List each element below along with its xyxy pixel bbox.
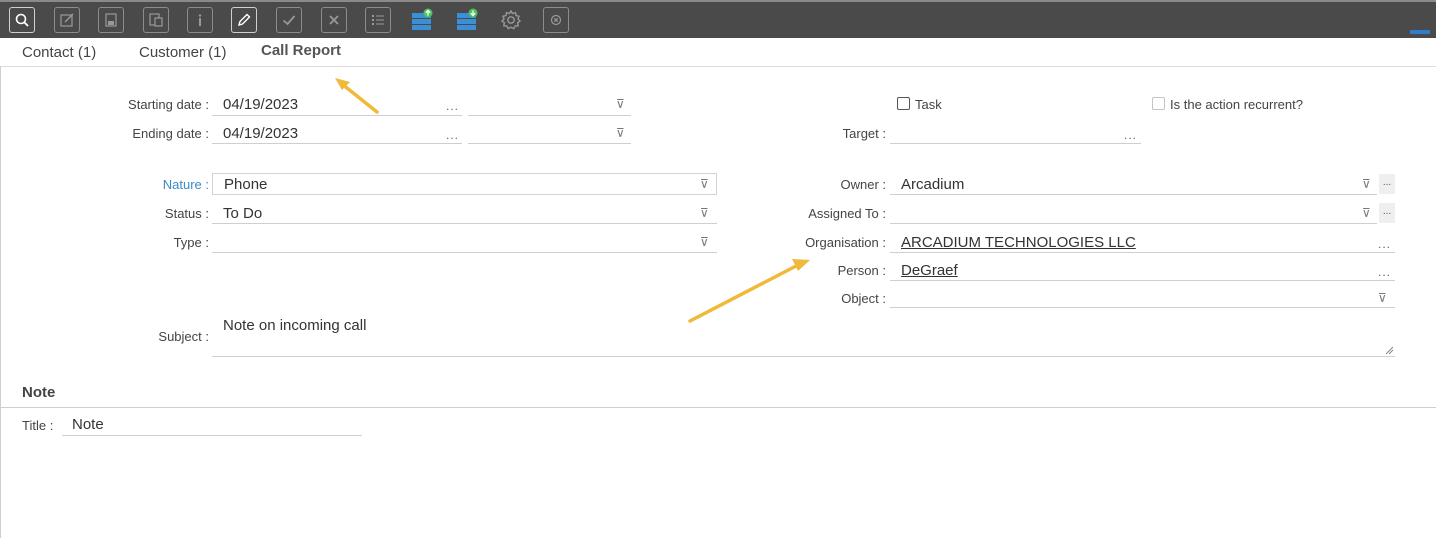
starting-date-underline [212, 115, 462, 116]
nature-select[interactable] [212, 173, 717, 195]
owner-select[interactable]: Arcadium [901, 176, 964, 193]
owner-dropdown-icon[interactable]: ⊽ [1362, 178, 1371, 190]
note-section-divider [0, 407, 1436, 408]
starting-time-dropdown-icon[interactable]: ⊽ [616, 98, 625, 110]
info-icon[interactable] [187, 7, 213, 33]
object-label: Object : [841, 291, 886, 306]
annotation-arrow-1 [335, 78, 379, 114]
ending-date-input[interactable]: 04/19/2023 [223, 125, 298, 142]
task-label: Task [915, 97, 942, 112]
person-link[interactable]: DeGraef [901, 262, 958, 279]
cancel-circle-icon[interactable] [543, 7, 569, 33]
nature-dropdown-icon[interactable]: ⊽ [700, 178, 709, 190]
database-download-icon[interactable] [454, 7, 480, 33]
organisation-underline [890, 252, 1395, 253]
tab-contact[interactable]: Contact (1) [22, 44, 96, 61]
edit-form-icon[interactable] [54, 7, 80, 33]
type-label: Type : [173, 235, 209, 250]
status-underline [212, 223, 717, 224]
note-section-title: Note [22, 384, 56, 401]
ending-date-picker-button[interactable]: ... [446, 128, 459, 142]
object-dropdown-icon[interactable]: ⊽ [1378, 292, 1387, 304]
starting-date-picker-button[interactable]: ... [446, 99, 459, 113]
status-label: Status : [164, 206, 209, 221]
person-underline [890, 280, 1395, 281]
search-icon[interactable] [9, 7, 35, 33]
assigned-to-browse-button[interactable]: ... [1379, 203, 1395, 223]
close-icon[interactable] [321, 7, 347, 33]
tab-call-report[interactable]: Call Report [261, 42, 341, 59]
resize-handle-icon[interactable] [1385, 346, 1394, 355]
gear-icon[interactable] [498, 7, 524, 33]
pencil-icon[interactable] [231, 7, 257, 33]
list-icon[interactable] [365, 7, 391, 33]
ending-time-dropdown-icon[interactable]: ⊽ [616, 127, 625, 139]
copy-icon[interactable] [143, 7, 169, 33]
person-browse-button[interactable]: ... [1378, 265, 1391, 279]
note-title-label: Title : [22, 418, 54, 433]
organisation-link[interactable]: ARCADIUM TECHNOLOGIES LLC [901, 234, 1136, 251]
recurrent-label: Is the action recurrent? [1170, 97, 1303, 112]
status-select[interactable]: To Do [223, 205, 262, 222]
owner-label: Owner : [840, 177, 886, 192]
starting-date-input[interactable]: 04/19/2023 [223, 96, 298, 113]
type-dropdown-icon[interactable]: ⊽ [700, 236, 709, 248]
toolbar [0, 0, 1436, 38]
person-label: Person : [837, 263, 886, 278]
check-icon[interactable] [276, 7, 302, 33]
organisation-label: Organisation : [805, 235, 886, 250]
starting-time-underline [468, 115, 631, 116]
object-select[interactable] [890, 307, 1395, 308]
type-select[interactable] [212, 252, 717, 253]
note-title-underline [62, 435, 362, 436]
assigned-to-label: Assigned To : [808, 206, 886, 221]
subject-underline [212, 356, 1395, 357]
assigned-to-select[interactable] [890, 223, 1377, 224]
ending-date-label: Ending date : [132, 126, 209, 141]
tab-divider [0, 66, 1436, 67]
subject-textarea[interactable]: Note on incoming call [223, 317, 366, 334]
frame-border [0, 66, 1, 538]
assigned-to-dropdown-icon[interactable]: ⊽ [1362, 207, 1371, 219]
nature-label: Nature : [162, 177, 209, 192]
tab-customer[interactable]: Customer (1) [139, 44, 227, 61]
starting-date-label: Starting date : [128, 97, 209, 112]
status-dropdown-icon[interactable]: ⊽ [700, 207, 709, 219]
target-label: Target : [842, 126, 886, 141]
save-icon[interactable] [98, 7, 124, 33]
recurrent-checkbox[interactable] [1152, 97, 1165, 110]
nature-value: Phone [224, 176, 268, 193]
subject-label: Subject : [158, 329, 209, 344]
note-title-input[interactable]: Note [72, 416, 104, 433]
target-picker-button[interactable]: ... [1124, 128, 1137, 142]
task-checkbox[interactable] [897, 97, 910, 110]
annotation-arrow-2 [688, 259, 810, 323]
ending-date-underline [212, 143, 462, 144]
owner-underline [890, 194, 1377, 195]
database-upload-icon[interactable] [409, 7, 435, 33]
ending-time-underline [468, 143, 631, 144]
owner-browse-button[interactable]: ... [1379, 174, 1395, 194]
window-minimize-bar[interactable] [1410, 30, 1430, 34]
organisation-browse-button[interactable]: ... [1378, 237, 1391, 251]
target-input[interactable] [890, 143, 1141, 144]
